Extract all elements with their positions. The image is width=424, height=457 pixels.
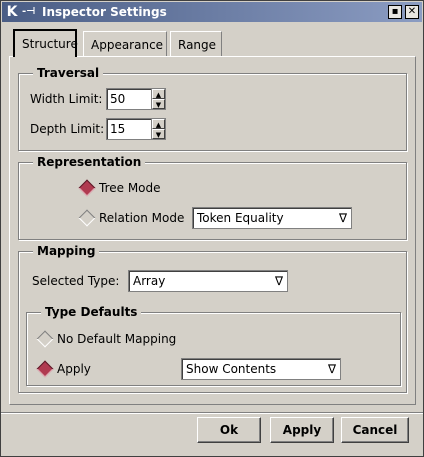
dropdown-arrow-icon[interactable]: ∇ — [336, 209, 350, 227]
spin-up-icon[interactable]: ▲ — [152, 119, 165, 129]
apply-label[interactable]: Apply — [57, 361, 91, 377]
traversal-title: Traversal — [33, 65, 104, 81]
maximize-button[interactable]: ▪ — [388, 5, 402, 19]
spin-arrows: ▲ ▼ — [151, 119, 165, 139]
separator — [1, 412, 423, 414]
inspector-settings-window: K -⊣ Inspector Settings ▪ ✕ Structure Ap… — [0, 0, 424, 457]
representation-group: Representation Tree Mode Relation Mode T… — [18, 154, 407, 240]
spin-arrows: ▲ ▼ — [151, 89, 165, 109]
app-icon[interactable]: K — [5, 4, 19, 20]
mapping-title: Mapping — [33, 243, 100, 259]
spin-down-icon[interactable]: ▼ — [152, 129, 165, 139]
tab-appearance[interactable]: Appearance — [83, 31, 167, 57]
apply-value: Show Contents — [186, 362, 277, 376]
relation-mode-combo[interactable]: Token Equality ∇ — [192, 207, 352, 229]
tab-structure[interactable]: Structure — [13, 29, 78, 57]
ok-button[interactable]: Ok — [197, 417, 261, 443]
type-defaults-title: Type Defaults — [41, 304, 142, 320]
width-limit-label: Width Limit: — [30, 92, 103, 106]
relation-mode-value: Token Equality — [197, 211, 284, 225]
tree-mode-radio[interactable] — [78, 179, 96, 197]
no-default-mapping-radio[interactable] — [36, 330, 54, 348]
cancel-button[interactable]: Cancel — [341, 417, 409, 443]
apply-combo[interactable]: Show Contents ∇ — [181, 358, 341, 380]
pin-icon[interactable]: -⊣ — [22, 5, 38, 19]
apply-radio[interactable] — [36, 360, 54, 378]
depth-limit-value: 15 — [110, 122, 126, 136]
window-title: Inspector Settings — [42, 5, 167, 19]
spin-up-icon[interactable]: ▲ — [152, 89, 165, 99]
traversal-group: Traversal Width Limit: 50 ▲ ▼ Depth Limi… — [18, 65, 407, 151]
tree-mode-label[interactable]: Tree Mode — [99, 180, 161, 196]
dropdown-arrow-icon[interactable]: ∇ — [272, 272, 286, 290]
depth-limit-spinbox[interactable]: 15 ▲ ▼ — [106, 118, 166, 140]
relation-mode-radio[interactable] — [78, 209, 96, 227]
representation-title: Representation — [33, 154, 146, 170]
type-defaults-group: Type Defaults No Default Mapping Apply S… — [26, 304, 401, 386]
spin-down-icon[interactable]: ▼ — [152, 99, 165, 109]
relation-mode-label[interactable]: Relation Mode — [99, 210, 184, 226]
depth-limit-label: Depth Limit: — [30, 122, 105, 136]
selected-type-combo[interactable]: Array ∇ — [128, 270, 288, 292]
tab-range[interactable]: Range — [170, 31, 222, 57]
no-default-mapping-label[interactable]: No Default Mapping — [57, 331, 176, 347]
selected-type-label: Selected Type: — [32, 274, 120, 288]
mapping-group: Mapping Selected Type: Array ∇ Type Defa… — [18, 243, 407, 393]
width-limit-spinbox[interactable]: 50 ▲ ▼ — [106, 88, 166, 110]
apply-button[interactable]: Apply — [270, 417, 334, 443]
title-bar[interactable]: K -⊣ Inspector Settings ▪ ✕ — [2, 2, 422, 22]
width-limit-value: 50 — [110, 92, 126, 106]
selected-type-value: Array — [133, 274, 166, 288]
dropdown-arrow-icon[interactable]: ∇ — [325, 360, 339, 378]
close-button[interactable]: ✕ — [405, 5, 419, 19]
structure-panel: Traversal Width Limit: 50 ▲ ▼ Depth Limi… — [9, 56, 416, 405]
